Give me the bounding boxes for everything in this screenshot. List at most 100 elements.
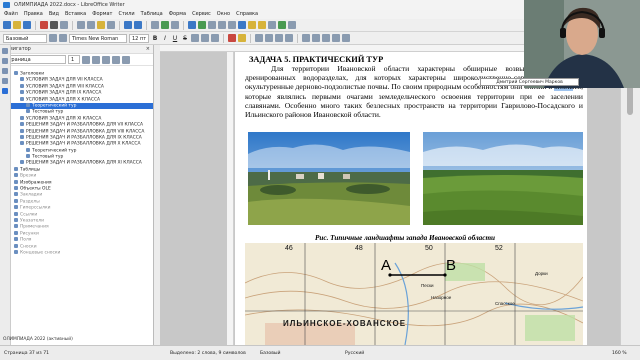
update-style-icon[interactable]	[49, 34, 57, 42]
underline-icon[interactable]: U	[171, 35, 179, 42]
subscript-icon[interactable]	[201, 34, 209, 42]
cut-icon[interactable]	[77, 21, 85, 29]
print-icon[interactable]	[50, 21, 58, 29]
open-folder-icon[interactable]	[13, 21, 21, 29]
insert-table-icon[interactable]	[188, 21, 196, 29]
navigator-item-label: Примечания	[20, 224, 49, 230]
menu-window[interactable]: Окно	[217, 10, 230, 19]
close-navigator-icon[interactable]: ×	[146, 45, 150, 54]
increase-indent-icon[interactable]	[322, 34, 330, 42]
formatting-marks-icon[interactable]	[171, 21, 179, 29]
navigator-icon[interactable]	[2, 88, 8, 94]
navigator-item-label: Ссылки	[20, 212, 38, 218]
track-changes-icon[interactable]	[268, 21, 276, 29]
justify-icon[interactable]	[285, 34, 293, 42]
menu-styles[interactable]: Стили	[118, 10, 134, 19]
insert-textbox-icon[interactable]	[218, 21, 226, 29]
navigator-category-icon	[14, 230, 18, 235]
bullet-list-icon[interactable]	[302, 34, 310, 42]
demote-chapter-icon[interactable]	[122, 55, 130, 64]
previous-icon[interactable]	[82, 55, 90, 64]
gallery-icon[interactable]	[2, 78, 8, 84]
menu-table[interactable]: Таблица	[141, 10, 163, 19]
page-icon[interactable]	[2, 58, 8, 64]
landscape-photo-left[interactable]	[248, 132, 410, 225]
zoom-level[interactable]: 160 %	[612, 346, 627, 360]
bold-icon[interactable]: B	[151, 35, 159, 42]
map-point-a: А	[381, 257, 392, 274]
redo-icon[interactable]	[134, 21, 142, 29]
clear-formatting-icon[interactable]	[211, 34, 219, 42]
word-count[interactable]: Выделено: 2 слова, 9 символов	[170, 346, 246, 360]
new-document-icon[interactable]	[3, 21, 11, 29]
save-icon[interactable]	[23, 21, 31, 29]
align-center-icon[interactable]	[265, 34, 273, 42]
map-point-b: В	[446, 257, 457, 274]
menu-tools[interactable]: Сервис	[192, 10, 211, 19]
navigator-category-icon	[20, 134, 24, 139]
content-navigation-icon[interactable]	[102, 55, 110, 64]
navigator-item-label: Объекты OLE	[20, 186, 51, 192]
line-spacing-icon[interactable]	[342, 34, 350, 42]
navigator-category-icon	[26, 102, 30, 107]
undo-icon[interactable]	[124, 21, 132, 29]
page-counter[interactable]: Страница 37 из 71	[4, 346, 49, 360]
next-icon[interactable]	[92, 55, 100, 64]
font-name-combo[interactable]: Times New Roman	[69, 33, 127, 43]
map-village-label: Назорное	[431, 295, 452, 300]
menu-form[interactable]: Форма	[169, 10, 186, 19]
menu-edit[interactable]: Правка	[24, 10, 43, 19]
insert-chart-icon[interactable]	[208, 21, 216, 29]
navigator-footer[interactable]: ОЛИМПИАДА 2022 (активный)	[3, 337, 73, 342]
font-size-combo[interactable]: 12 пт	[129, 33, 149, 43]
insert-line-icon[interactable]	[278, 21, 286, 29]
numbered-list-icon[interactable]	[312, 34, 320, 42]
insert-hyperlink-icon[interactable]	[238, 21, 246, 29]
insert-image-icon[interactable]	[198, 21, 206, 29]
menu-format[interactable]: Формат	[92, 10, 112, 19]
insert-comment-icon[interactable]	[258, 21, 266, 29]
basic-shapes-icon[interactable]	[288, 21, 296, 29]
navigate-by-combo[interactable]: Страница	[2, 55, 66, 64]
menu-help[interactable]: Справка	[236, 10, 258, 19]
writer-app-icon	[3, 2, 10, 8]
export-pdf-icon[interactable]	[40, 21, 48, 29]
superscript-icon[interactable]	[191, 34, 199, 42]
paragraph-style-combo[interactable]: Базовый	[3, 33, 47, 43]
align-right-icon[interactable]	[275, 34, 283, 42]
styles-icon[interactable]	[2, 68, 8, 74]
italic-icon[interactable]: I	[161, 35, 169, 42]
properties-icon[interactable]	[2, 48, 8, 54]
document-vertical-scrollbar[interactable]	[620, 45, 640, 345]
text-language[interactable]: Русский	[345, 346, 364, 360]
navigator-category-icon	[20, 128, 24, 133]
align-left-icon[interactable]	[255, 34, 263, 42]
new-style-icon[interactable]	[59, 34, 67, 42]
page-style[interactable]: Базовый	[260, 346, 281, 360]
insert-footnote-icon[interactable]	[248, 21, 256, 29]
document-page[interactable]: ЗАДАЧА 5. ПРАКТИЧЕСКИЙ ТУР Для территори…	[235, 52, 587, 345]
paste-icon[interactable]	[97, 21, 105, 29]
decrease-indent-icon[interactable]	[332, 34, 340, 42]
strikethrough-icon[interactable]: S	[181, 35, 189, 42]
clone-formatting-icon[interactable]	[107, 21, 115, 29]
navigator-item-label: УСЛОВИЯ ЗАДАЧ ДЛЯ IX КЛАССА	[26, 90, 102, 96]
topographic-map[interactable]: 46 48 50 52 А В ИЛЬИНСКОЕ-ХОВАНСКОЕ Песк…	[245, 243, 583, 345]
find-replace-icon[interactable]	[151, 21, 159, 29]
menu-view[interactable]: Вид	[49, 10, 59, 19]
menu-insert[interactable]: Вставка	[65, 10, 86, 19]
font-color-icon[interactable]	[228, 34, 236, 42]
landscape-photo-right[interactable]	[423, 132, 583, 225]
highlight-color-icon[interactable]	[238, 34, 246, 42]
vertical-ruler[interactable]	[227, 52, 234, 345]
promote-chapter-icon[interactable]	[112, 55, 120, 64]
navigator-category-icon	[26, 147, 30, 152]
print-preview-icon[interactable]	[60, 21, 68, 29]
navigator-item[interactable]: Концевые сноски	[0, 249, 153, 256]
spellcheck-icon[interactable]	[161, 21, 169, 29]
menu-file[interactable]: Файл	[4, 10, 18, 19]
toolbar-separator	[35, 20, 36, 30]
insert-special-character-icon[interactable]	[228, 21, 236, 29]
copy-icon[interactable]	[87, 21, 95, 29]
page-number-field[interactable]: 1	[68, 55, 80, 64]
